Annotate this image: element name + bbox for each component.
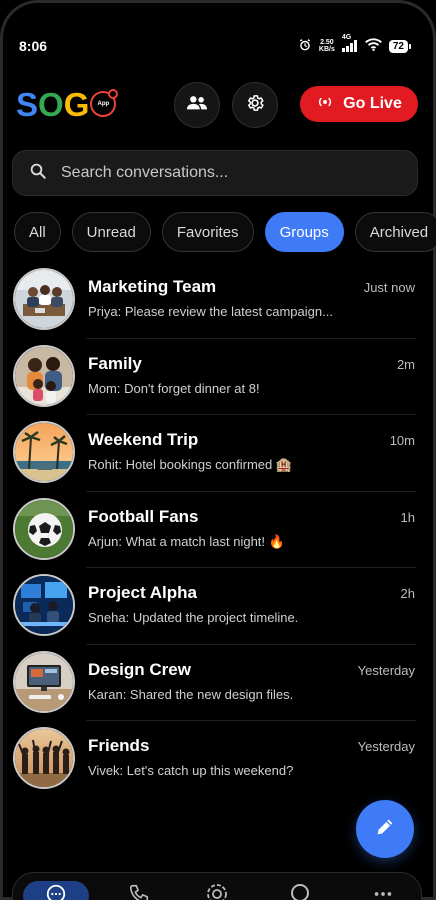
bottom-navigation [12,872,422,900]
conversation-name: Marketing Team [88,277,217,296]
calls-icon [128,883,150,900]
conversation-row[interactable]: Weekend Trip Rohit: Hotel bookings confi… [0,415,436,492]
conversation-preview: Priya: Please review the latest campaign… [88,304,333,319]
nav-search[interactable] [279,881,323,900]
new-chat-button[interactable] [356,800,414,858]
nav-chats[interactable] [23,881,89,900]
contacts-button[interactable] [174,82,220,128]
conversation-time: 1h [400,509,415,525]
filter-chips: All Unread Favorites Groups Archived [14,212,436,254]
conversation-name: Football Fans [88,506,199,526]
phone-screen: 8:06 2.50 KB/s 4G 72 S O G App Go Live S… [0,0,436,900]
group-avatar [13,574,75,636]
conversation-time: Yesterday [357,739,415,754]
nav-status[interactable] [195,881,239,900]
nav-calls[interactable] [117,881,161,900]
conversation-name: Project Alpha [88,583,197,602]
conversation-preview: Vivek: Let's catch up this weekend? [88,763,294,778]
go-live-label: Go Live [343,95,402,112]
group-avatar [13,268,75,330]
more-icon [372,883,394,900]
conversation-list: Marketing Team Priya: Please review the … [0,262,436,798]
search-icon [29,162,47,185]
filter-favorites[interactable]: Favorites [161,212,254,252]
conversation-row[interactable]: Friends Vivek: Let's catch up this weeke… [0,721,436,798]
status-bar: 8:06 2.50 KB/s 4G 72 [0,32,436,60]
battery-icon: 72 [388,39,412,53]
group-avatar [13,497,75,560]
status-time: 8:06 [19,38,48,54]
conversation-name: Design Crew [88,659,191,679]
filter-unread[interactable]: Unread [71,212,151,252]
conversation-time: 2m [396,356,415,372]
filter-archived[interactable]: Archived [354,212,436,252]
gear-icon [245,93,265,118]
signal-icon: 4G [341,34,358,52]
conversation-preview: Arjun: What a match last night! 🔥 [88,533,285,549]
conversation-preview: Rohit: Hotel bookings confirmed 🏨 [88,457,293,472]
alarm-icon [298,38,312,55]
network-speed: 2.50 KB/s [318,39,335,53]
status-icons: 2.50 KB/s 4G 72 [298,34,412,55]
group-avatar [13,344,75,407]
filter-all[interactable]: All [14,212,61,252]
search-icon [289,882,313,900]
conversation-time: 2h [400,586,415,601]
conversation-name: Friends [88,736,150,755]
settings-button[interactable] [232,82,278,128]
filter-groups[interactable]: Groups [264,212,344,252]
app-header: S O G App Go Live [16,80,418,130]
people-icon [186,95,208,116]
group-avatar [13,727,75,789]
conversation-time: Yesterday [357,662,415,678]
conversation-preview: Karan: Shared the new design files. [88,686,294,702]
conversation-preview: Sneha: Updated the project timeline. [88,610,299,625]
conversation-row[interactable]: Project Alpha Sneha: Updated the project… [0,568,436,645]
conversation-time: Just now [363,280,415,295]
conversation-name: Family [88,353,142,373]
live-broadcast-icon [316,95,334,113]
conversation-row[interactable]: Marketing Team Priya: Please review the … [0,262,436,339]
conversation-preview: Mom: Don't forget dinner at 8! [88,380,260,396]
group-avatar [13,650,75,713]
search-bar[interactable] [12,150,418,196]
conversation-time: 10m [389,433,415,448]
conversation-name: Weekend Trip [88,430,199,449]
wifi-icon [364,38,382,54]
app-logo: S O G App [16,86,119,124]
nav-more[interactable] [361,881,405,900]
logo-bubble: App [90,89,119,117]
go-live-button[interactable]: Go Live [300,86,418,122]
conversation-row[interactable]: Design Crew Karan: Shared the new design… [0,645,436,721]
chat-icon [45,883,67,900]
pencil-icon [374,816,396,843]
status-icon [205,882,229,900]
conversation-row[interactable]: Football Fans Arjun: What a match last n… [0,492,436,568]
conversation-row[interactable]: Family Mom: Don't forget dinner at 8! 2m [0,339,436,415]
search-input[interactable] [59,163,383,183]
group-avatar [13,421,75,483]
